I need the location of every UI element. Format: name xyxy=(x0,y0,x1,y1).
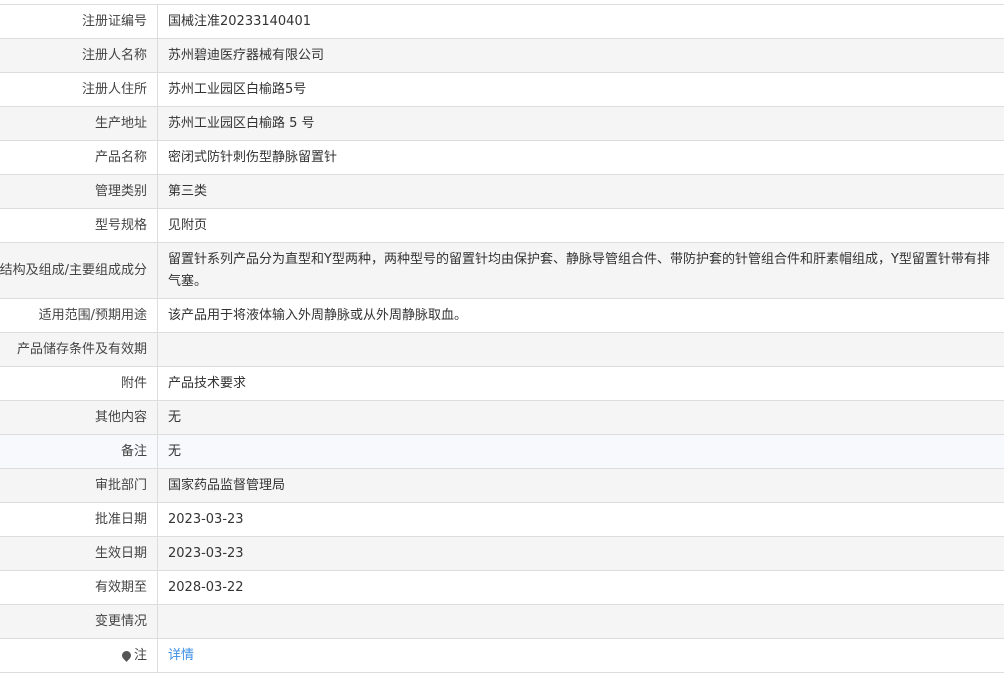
note-label-text: 注 xyxy=(134,648,147,663)
table-row: 批准日期 2023-03-23 xyxy=(0,503,1004,537)
field-label: 生产地址 xyxy=(0,107,158,141)
field-label: 有效期至 xyxy=(0,571,158,605)
field-label: 审批部门 xyxy=(0,469,158,503)
note-row: 注 详情 xyxy=(0,639,1004,673)
field-value: 产品技术要求 xyxy=(158,367,1004,401)
table-row: 其他内容无 xyxy=(0,401,1004,435)
field-label-text: 审批部门 xyxy=(95,478,147,493)
field-label: 适用范围/预期用途 xyxy=(0,299,158,333)
table-row: 管理类别第三类 xyxy=(0,175,1004,209)
table-row: 适用范围/预期用途该产品用于将液体输入外周静脉或从外周静脉取血。 xyxy=(0,299,1004,333)
field-label: 注册证编号 xyxy=(0,5,158,39)
field-label: 批准日期 xyxy=(0,503,158,537)
field-value: 2023-03-23 xyxy=(158,537,1004,571)
field-value xyxy=(158,333,1004,367)
field-label-text: 生效日期 xyxy=(95,546,147,561)
field-value: 该产品用于将液体输入外周静脉或从外周静脉取血。 xyxy=(158,299,1004,333)
table-row: 生效日期 2023-03-23 xyxy=(0,537,1004,571)
field-label-text: 注册证编号 xyxy=(82,14,147,29)
table-row: 审批部门国家药品监督管理局 xyxy=(0,469,1004,503)
table-row: 注册人住所苏州工业园区白榆路5号 xyxy=(0,73,1004,107)
field-label-text: 产品名称 xyxy=(95,150,147,165)
field-value: 国家药品监督管理局 xyxy=(158,469,1004,503)
field-value: 留置针系列产品分为直型和Y型两种，两种型号的留置针均由保护套、静脉导管组合件、带… xyxy=(158,243,1004,299)
note-label: 注 xyxy=(0,639,158,673)
table-row: 生产地址苏州工业园区白榆路 5 号 xyxy=(0,107,1004,141)
field-value: 2028-03-22 xyxy=(158,571,1004,605)
field-label-text: 注册人住所 xyxy=(82,82,147,97)
field-value: 密闭式防针刺伤型静脉留置针 xyxy=(158,141,1004,175)
field-value: 苏州工业园区白榆路 5 号 xyxy=(158,107,1004,141)
table-row: 变更情况 xyxy=(0,605,1004,639)
field-label-text: 变更情况 xyxy=(95,614,147,629)
field-label: 型号规格 xyxy=(0,209,158,243)
table-row: 注册证编号国械注准20233140401 xyxy=(0,5,1004,39)
table-row: 产品储存条件及有效期 xyxy=(0,333,1004,367)
field-label: 其他内容 xyxy=(0,401,158,435)
field-value: 2023-03-23 xyxy=(158,503,1004,537)
field-value xyxy=(158,605,1004,639)
field-value: 见附页 xyxy=(158,209,1004,243)
field-label-text: 批准日期 xyxy=(95,512,147,527)
field-value: 苏州工业园区白榆路5号 xyxy=(158,73,1004,107)
field-label: 结构及组成/主要组成成分 xyxy=(0,243,158,299)
field-label-text: 有效期至 xyxy=(95,580,147,595)
field-label: 变更情况 xyxy=(0,605,158,639)
table-row: 附件产品技术要求 xyxy=(0,367,1004,401)
field-label: 管理类别 xyxy=(0,175,158,209)
table-row: 型号规格见附页 xyxy=(0,209,1004,243)
registration-detail-table: 注册证编号国械注准20233140401注册人名称苏州碧迪医疗器械有限公司注册人… xyxy=(0,4,1004,673)
field-label-text: 注册人名称 xyxy=(82,48,147,63)
field-label: 生效日期 xyxy=(0,537,158,571)
field-value: 无 xyxy=(158,435,1004,469)
pin-icon xyxy=(120,649,133,662)
field-value: 无 xyxy=(158,401,1004,435)
field-label-text: 生产地址 xyxy=(95,116,147,131)
table-row: 结构及组成/主要组成成分留置针系列产品分为直型和Y型两种，两种型号的留置针均由保… xyxy=(0,243,1004,299)
field-label-text: 备注 xyxy=(121,444,147,459)
field-value: 国械注准20233140401 xyxy=(158,5,1004,39)
field-label-text: 型号规格 xyxy=(95,218,147,233)
table-row: 备注无 xyxy=(0,435,1004,469)
table-row: 产品名称密闭式防针刺伤型静脉留置针 xyxy=(0,141,1004,175)
field-label: 注册人名称 xyxy=(0,39,158,73)
field-label: 注册人住所 xyxy=(0,73,158,107)
field-label: 产品储存条件及有效期 xyxy=(0,333,158,367)
field-value: 第三类 xyxy=(158,175,1004,209)
field-value: 苏州碧迪医疗器械有限公司 xyxy=(158,39,1004,73)
field-label-text: 适用范围/预期用途 xyxy=(39,308,147,323)
field-label-text: 附件 xyxy=(121,376,147,391)
field-label: 附件 xyxy=(0,367,158,401)
field-label: 备注 xyxy=(0,435,158,469)
table-row: 有效期至 2028-03-22 xyxy=(0,571,1004,605)
field-label-text: 产品储存条件及有效期 xyxy=(17,342,147,357)
field-label: 产品名称 xyxy=(0,141,158,175)
field-label-text: 其他内容 xyxy=(95,410,147,425)
details-link[interactable]: 详情 xyxy=(168,648,194,663)
table-row: 注册人名称苏州碧迪医疗器械有限公司 xyxy=(0,39,1004,73)
field-label-text: 结构及组成/主要组成成分 xyxy=(0,263,147,278)
field-label-text: 管理类别 xyxy=(95,184,147,199)
